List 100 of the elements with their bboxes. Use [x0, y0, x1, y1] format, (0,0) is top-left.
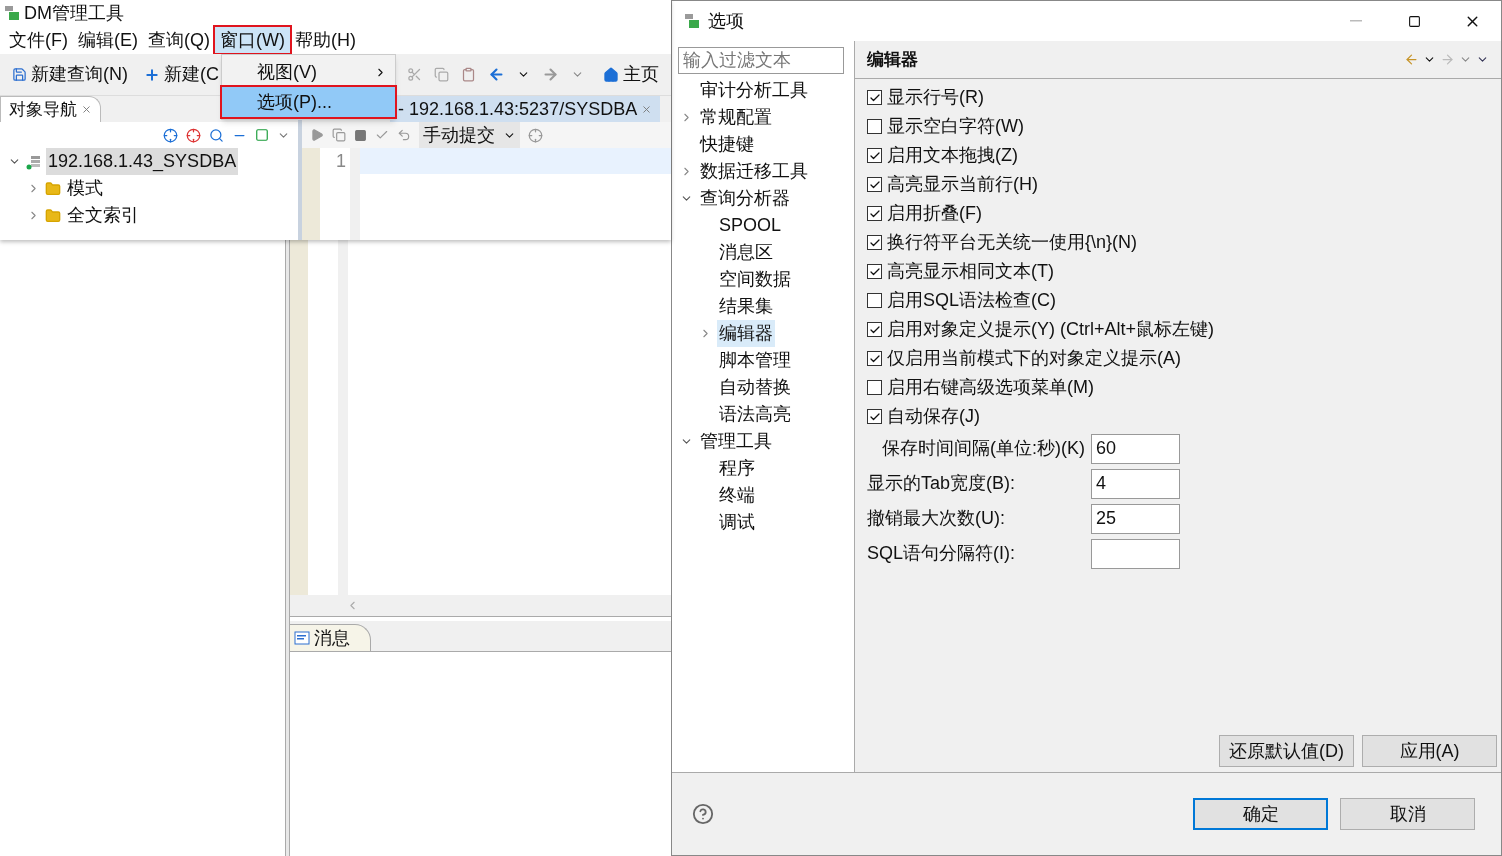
check-icon[interactable] [375, 128, 389, 142]
input-field[interactable]: 4 [1091, 468, 1180, 499]
run-icon[interactable] [310, 128, 324, 142]
tree-item[interactable]: 语法高亮 [717, 401, 793, 428]
checkbox-label: 启用折叠(F) [887, 202, 982, 225]
tree-item[interactable]: 脚本管理 [717, 347, 793, 374]
home-icon [603, 66, 619, 83]
tree-item[interactable]: 结果集 [717, 293, 775, 320]
tree-item[interactable]: 调试 [717, 509, 757, 536]
page-button[interactable]: 还原默认值(D) [1219, 735, 1354, 767]
app-icon [4, 5, 20, 21]
navigator-tab[interactable]: 对象导航 [0, 96, 101, 122]
checkbox-label: 启用对象定义提示(Y) (Ctrl+Alt+鼠标左键) [887, 318, 1214, 341]
tree-item[interactable]: 自动替换 [717, 374, 793, 401]
cut-icon[interactable] [407, 67, 422, 82]
tree-item[interactable]: 编辑器 [717, 320, 775, 347]
pane-splitter[interactable] [285, 240, 290, 856]
minimize-icon [1350, 20, 1362, 22]
page-button[interactable]: 应用(A) [1362, 735, 1497, 767]
window-title: DM管理工具 [24, 1, 124, 25]
menu-item[interactable]: 窗口(W) [215, 27, 290, 53]
checkbox-label: 仅启用当前模式下的对象定义提示(A) [887, 347, 1181, 370]
tree-item[interactable]: 192.168.1.43_SYSDBA [46, 148, 239, 175]
menu-item[interactable]: 编辑(E) [73, 27, 143, 53]
field-label: SQL语句分隔符(I): [867, 542, 1016, 565]
copy-icon[interactable] [434, 67, 449, 82]
checkbox[interactable] [867, 206, 882, 221]
stop-icon[interactable] [354, 128, 367, 142]
checkbox[interactable] [867, 235, 882, 250]
tree-item[interactable]: 数据迁移工具 [698, 158, 810, 185]
tree-item[interactable]: 终端 [717, 482, 757, 509]
checkbox[interactable] [867, 119, 882, 134]
checkbox-label: 高亮显示相同文本(T) [887, 260, 1054, 283]
tree-item[interactable]: 程序 [717, 455, 757, 482]
folder-icon [45, 180, 61, 197]
new-button[interactable]: 新建(C [144, 61, 219, 88]
checkbox[interactable] [867, 380, 882, 395]
back-icon[interactable] [488, 66, 505, 83]
input-field[interactable]: 25 [1091, 503, 1180, 534]
checkbox[interactable] [867, 322, 882, 337]
menu-item[interactable]: 帮助(H) [289, 27, 361, 53]
checkbox-label: 启用文本拖拽(Z) [887, 144, 1018, 167]
messages-tab[interactable]: 消息 [290, 624, 371, 651]
checkbox-label: 高亮显示当前行(H) [887, 173, 1038, 196]
tree-item[interactable]: 消息区 [717, 239, 775, 266]
field-label: 保存时间间隔(单位:秒)(K) [881, 437, 1086, 460]
tree-item[interactable]: 查询分析器 [698, 185, 792, 212]
tree-item[interactable]: 常规配置 [698, 104, 774, 131]
checkbox-label: 启用右键高级选项菜单(M) [887, 376, 1094, 399]
plus-icon [144, 66, 160, 83]
checkbox[interactable] [867, 409, 882, 424]
dialog-icon [684, 13, 700, 29]
message-icon [294, 631, 310, 645]
folder-icon [45, 207, 61, 224]
menu-item[interactable]: 文件(F) [4, 27, 73, 53]
checkbox[interactable] [867, 90, 882, 105]
commit-mode-dropdown[interactable]: 手动提交 [419, 121, 520, 149]
input-field[interactable]: 60 [1091, 433, 1180, 464]
close-icon[interactable] [641, 103, 653, 115]
undo-icon[interactable] [397, 128, 411, 142]
dialog-title: 选项 [708, 9, 744, 33]
checkbox[interactable] [867, 293, 882, 308]
checkbox[interactable] [867, 351, 882, 366]
search-icon[interactable] [209, 127, 224, 143]
forward-icon[interactable] [542, 66, 559, 83]
tree-item[interactable]: 模式 [65, 175, 105, 202]
checkbox-label: 启用SQL语法检查(C) [887, 289, 1056, 312]
tree-item[interactable]: 审计分析工具 [698, 77, 810, 104]
menu-item[interactable]: 选项(P)... [222, 87, 395, 117]
new-query-button[interactable]: 新建查询(N) [12, 61, 128, 88]
field-label: 显示的Tab宽度(B): [867, 472, 1017, 495]
menu-item[interactable]: 视图(V) [222, 57, 395, 87]
tree-item[interactable]: 全文索引 [65, 202, 141, 229]
checkbox[interactable] [867, 264, 882, 279]
field-label: 撤销最大次数(U): [867, 507, 1006, 530]
line-number: 1 [335, 150, 346, 173]
home-button[interactable]: 主页 [603, 61, 659, 88]
checkbox-label: 显示空白字符(W) [887, 115, 1024, 138]
tree-item[interactable]: 空间数据 [717, 266, 793, 293]
checkbox[interactable] [867, 148, 882, 163]
input-field[interactable] [1091, 538, 1180, 569]
target-icon[interactable] [528, 127, 543, 143]
page-title: 编辑器 [867, 48, 918, 71]
tree-item[interactable]: SPOOL [717, 212, 784, 239]
menu-item[interactable]: 查询(Q) [143, 27, 215, 53]
paste-icon[interactable] [461, 67, 476, 82]
dialog-button[interactable]: 确定 [1193, 798, 1328, 830]
filter-field[interactable]: 输入过滤文本 [678, 47, 844, 74]
maximize-icon [1407, 14, 1421, 28]
database-icon [26, 153, 42, 170]
close-icon[interactable] [81, 104, 92, 115]
dialog-button[interactable]: 取消 [1340, 798, 1475, 830]
editor-tab[interactable]: - 192.168.1.43:5237/SYSDBA [390, 96, 661, 122]
help-icon[interactable] [692, 803, 714, 825]
checkbox[interactable] [867, 177, 882, 192]
tree-item[interactable]: 管理工具 [698, 428, 774, 455]
checkbox-label: 显示行号(R) [887, 86, 984, 109]
checkbox-label: 自动保存(J) [887, 405, 980, 428]
checkbox-label: 换行符平台无关统一使用{\n}(N) [887, 231, 1138, 254]
tree-item[interactable]: 快捷键 [698, 131, 756, 158]
